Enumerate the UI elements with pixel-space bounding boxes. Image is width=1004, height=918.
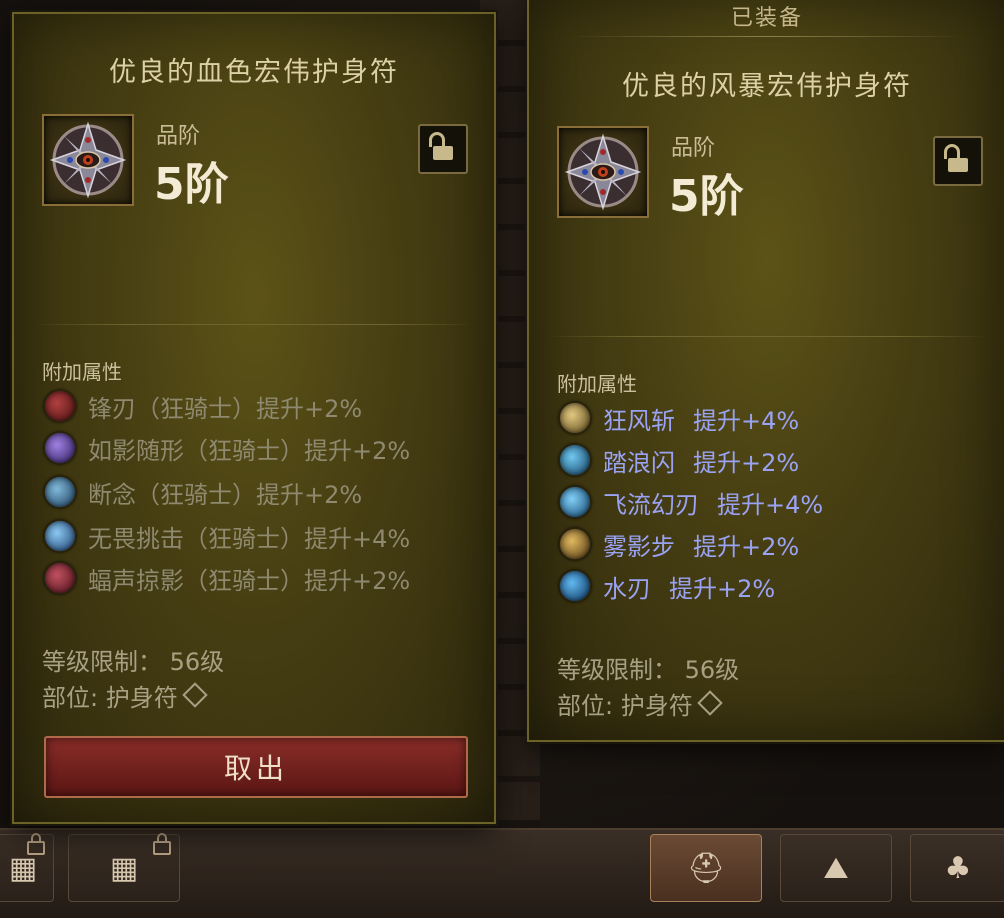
amulet-icon <box>49 121 127 199</box>
skill-orb-icon <box>44 390 76 422</box>
affix-row: 蝠声掠影（狂骑士）提升+2% <box>44 560 410 596</box>
affix-section-title: 附加属性 <box>42 360 122 384</box>
item-title: 优良的血色宏伟护身符 <box>109 57 399 88</box>
affix-row: 锋刃（狂骑士）提升+2% <box>44 388 362 424</box>
unlock-icon <box>948 158 968 172</box>
amulet-slot-icon <box>181 682 208 708</box>
slot-info: 部位: 护身符 <box>42 678 208 713</box>
skill-orb-icon <box>559 402 591 434</box>
shoulder-armor-icon: ⛰ <box>823 850 849 886</box>
affix-bonus: 提升+2% <box>693 448 800 477</box>
header-divider <box>569 36 965 37</box>
chest-icon: ▦ <box>8 850 38 886</box>
chest-icon: ▦ <box>109 850 139 886</box>
locked-chest-tab-2[interactable]: ▦ <box>68 833 180 902</box>
item-tooltip-left: 优良的血色宏伟护身符 品阶 5阶 附加属性 锋刃（狂骑士）提升+2% 如影随形（… <box>12 12 496 824</box>
skill-orb-icon <box>44 520 76 552</box>
affix-skill-name: 狂风斩 <box>603 406 675 435</box>
item-icon-frame <box>42 114 134 206</box>
affix-row: 无畏挑击（狂骑士）提升+4% <box>44 518 410 554</box>
grade-value: 5阶 <box>669 171 744 222</box>
affix-bonus: 提升+4% <box>693 406 800 435</box>
helmet-icon: ⛑ <box>686 850 726 886</box>
take-out-button[interactable]: 取出 <box>44 736 468 798</box>
equipped-label: 已装备 <box>730 6 803 31</box>
slot-text: 部位: 护身符 <box>42 684 178 712</box>
affix-section-title: 附加属性 <box>557 372 637 396</box>
affix-skill-name: 踏浪闪 <box>603 448 675 477</box>
affix-text: 如影随形（狂骑士）提升+2% <box>88 436 411 465</box>
affix-row: 雾影步 提升+2% <box>559 526 799 562</box>
lock-icon <box>153 833 171 855</box>
affix-row: 踏浪闪 提升+2% <box>559 442 799 478</box>
item-title: 优良的风暴宏伟护身符 <box>622 71 912 102</box>
lock-toggle-button[interactable] <box>933 136 983 186</box>
affix-bonus: 提升+4% <box>717 490 824 519</box>
slot-info: 部位: 护身符 <box>557 686 723 721</box>
affix-skill-name: 飞流幻刃 <box>603 490 699 519</box>
grade-label: 品阶 <box>671 136 716 161</box>
affix-row: 断念（狂骑士）提升+2% <box>44 474 362 510</box>
affix-text: 无畏挑击（狂骑士）提升+4% <box>88 524 411 553</box>
slot-text: 部位: 护身符 <box>557 692 693 720</box>
skill-orb-icon <box>559 570 591 602</box>
item-icon-frame <box>557 126 649 218</box>
section-divider <box>34 324 474 325</box>
affix-text: 蝠声掠影（狂骑士）提升+2% <box>88 566 411 595</box>
affix-skill-name: 雾影步 <box>603 532 675 561</box>
lock-toggle-button[interactable] <box>418 124 468 174</box>
skill-orb-icon <box>44 432 76 464</box>
pouch-tab[interactable]: ♣ <box>910 834 1004 902</box>
level-requirement: 等级限制： 56级 <box>557 656 740 684</box>
grade-label: 品阶 <box>156 124 201 149</box>
affix-row: 飞流幻刃 提升+4% <box>559 484 823 520</box>
affix-text: 断念（狂骑士）提升+2% <box>88 480 363 509</box>
amulet-slot-icon <box>696 690 723 716</box>
pouch-icon: ♣ <box>944 850 972 886</box>
affix-bonus: 提升+2% <box>693 532 800 561</box>
unlock-icon <box>433 146 453 160</box>
item-tooltip-right-equipped: 已装备 优良的风暴宏伟护身符 品阶 5阶 附加属性 狂风斩 提升+4% 踏浪闪 … <box>527 0 1004 742</box>
section-divider <box>549 336 985 337</box>
affix-row: 狂风斩 提升+4% <box>559 400 799 436</box>
helmet-tab[interactable]: ⛑ <box>650 834 762 902</box>
amulet-icon <box>564 133 642 211</box>
lock-icon <box>27 833 45 855</box>
grade-value: 5阶 <box>154 159 229 210</box>
skill-orb-icon <box>44 476 76 508</box>
affix-text: 锋刃（狂骑士）提升+2% <box>88 394 363 423</box>
skill-orb-icon <box>559 444 591 476</box>
skill-orb-icon <box>44 562 76 594</box>
shoulder-armor-tab[interactable]: ⛰ <box>780 834 892 902</box>
level-requirement: 等级限制： 56级 <box>42 648 225 676</box>
affix-bonus: 提升+2% <box>669 574 776 603</box>
skill-orb-icon <box>559 486 591 518</box>
skill-orb-icon <box>559 528 591 560</box>
affix-skill-name: 水刃 <box>603 574 651 603</box>
affix-row: 如影随形（狂骑士）提升+2% <box>44 430 410 466</box>
locked-chest-tab-1[interactable]: ▦ <box>0 833 54 902</box>
affix-row: 水刃 提升+2% <box>559 568 775 604</box>
